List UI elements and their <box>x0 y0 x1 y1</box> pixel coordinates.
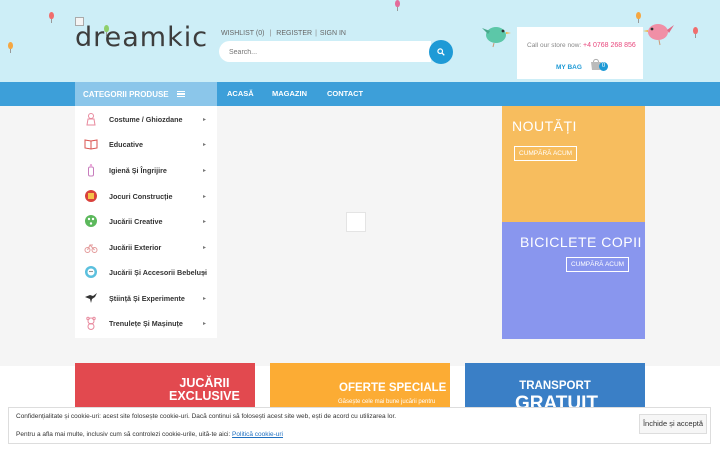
sidebar-item-creative[interactable]: Jucării Creative ▸ <box>75 209 217 234</box>
sidebar-item-label: Jucării Creative <box>109 217 163 226</box>
nav-home[interactable]: ACASĂ <box>227 82 254 106</box>
cookie-more-text: Pentru a afla mai multe, inclusiv cum să… <box>16 431 283 438</box>
sidebar-item-bebelusi[interactable]: Jucării Și Accesorii Bebeluși ▸ <box>75 260 217 285</box>
card-subtitle: Găsește cele mai bune jucării pentru <box>338 399 436 405</box>
promo-shop-button[interactable]: CUMPĂRĂ ACUM <box>566 257 630 272</box>
baby-bottle-icon <box>88 164 94 177</box>
sidebar-item-label: Jocuri Construcție <box>109 192 173 201</box>
balloon-icon <box>49 12 54 23</box>
sidebar-item-label: Igienă Și Îngrijire <box>109 166 167 175</box>
search-input[interactable] <box>219 42 419 63</box>
cookie-text: Confidențialitate și cookie-uri: acest s… <box>16 413 397 420</box>
bike-icon <box>84 244 98 253</box>
teddy-icon <box>86 316 96 330</box>
chevron-right-icon: ▸ <box>203 321 207 327</box>
site-logo[interactable]: dreamkic <box>75 22 208 53</box>
sidebar-item-label: Jucării Și Accesorii Bebeluși <box>109 268 208 277</box>
nav-shop[interactable]: MAGAZIN <box>272 82 307 106</box>
cookie-policy-link[interactable]: Politică cookie-uri <box>232 431 283 438</box>
card-title: OFERTE SPECIALE <box>339 382 447 394</box>
wishlist-link[interactable]: WISHLIST (0) <box>221 30 264 37</box>
categories-toggle[interactable]: CATEGORII PRODUSE <box>75 82 217 106</box>
card-title: JUCĂRII EXCLUSIVE <box>169 376 240 404</box>
sidebar-item-exterior[interactable]: Jucării Exterior ▸ <box>75 235 217 260</box>
cookie-accept-button[interactable]: Închide și acceptă <box>639 414 707 434</box>
bird-illustration-icon <box>643 24 674 46</box>
my-bag-link[interactable]: MY BAG <box>556 64 582 71</box>
bird-illustration-icon <box>482 27 511 48</box>
promo-biciclete[interactable]: BICICLETE COPII CUMPĂRĂ ACUM <box>502 222 645 339</box>
balloon-icon <box>636 12 641 23</box>
promo-title: NOUTĂȚI <box>512 118 577 134</box>
baby-icon <box>85 266 97 278</box>
sidebar-item-label: Jucării Exterior <box>109 243 162 252</box>
store-phone-number[interactable]: +4 0768 268 856 <box>583 42 636 49</box>
sidebar-item-label: Trenulețe Și Mașinuțe <box>109 319 183 328</box>
hamburger-icon <box>176 91 185 97</box>
sign-in-link[interactable]: SIGN IN <box>320 30 346 37</box>
chevron-right-icon: ▸ <box>203 270 207 276</box>
sidebar-item-stiinta[interactable]: Știință Și Experimente ▸ <box>75 286 217 311</box>
nav-contact[interactable]: CONTACT <box>327 82 363 106</box>
search-icon <box>437 48 445 56</box>
blocks-icon <box>85 190 97 202</box>
stork-icon <box>85 293 97 303</box>
chevron-right-icon: ▸ <box>203 117 207 123</box>
sidebar-item-label: Costume / Ghiozdane <box>109 115 183 124</box>
sidebar-item-educative[interactable]: Educative ▸ <box>75 132 217 157</box>
search-button[interactable] <box>429 40 453 64</box>
sidebar-item-trenulete[interactable]: Trenulețe Și Mașinuțe ▸ <box>75 311 217 336</box>
promo-shop-button[interactable]: CUMPĂRĂ ACUM <box>514 146 578 161</box>
promo-title: BICICLETE COPII <box>520 234 642 250</box>
sidebar-item-label: Educative <box>109 140 143 149</box>
sidebar-item-costume[interactable]: Costume / Ghiozdane ▸ <box>75 107 217 132</box>
store-phone-text: Call our store now: +4 0768 268 856 <box>527 42 636 49</box>
chevron-right-icon: ▸ <box>203 142 207 148</box>
chevron-right-icon: ▸ <box>203 296 207 302</box>
sidebar-item-constructie[interactable]: Jocuri Construcție ▸ <box>75 184 217 209</box>
slider-loading-placeholder <box>346 212 366 232</box>
cart-panel <box>517 27 643 79</box>
divider: | <box>315 30 317 37</box>
costume-icon <box>86 113 96 126</box>
chevron-right-icon: ▸ <box>203 194 207 200</box>
sidebar-item-label: Știință Și Experimente <box>109 294 185 303</box>
cart-count-badge: 0 <box>599 62 608 71</box>
chevron-right-icon: ▸ <box>203 168 207 174</box>
categories-label: CATEGORII PRODUSE <box>83 89 169 99</box>
book-icon <box>84 139 98 150</box>
balloon-icon <box>693 27 698 38</box>
search-bar <box>219 41 431 63</box>
balloon-icon <box>395 0 400 11</box>
chevron-right-icon: ▸ <box>203 219 207 225</box>
divider: | <box>269 30 272 37</box>
chevron-right-icon: ▸ <box>203 245 207 251</box>
sidebar-item-igiena[interactable]: Igienă Și Îngrijire ▸ <box>75 158 217 183</box>
top-links: WISHLIST (0) | REGISTER | SIGN IN <box>221 30 346 37</box>
register-link[interactable]: REGISTER <box>276 30 312 37</box>
cookie-banner: Confidențialitate și cookie-uri: acest s… <box>8 407 711 444</box>
palette-icon <box>85 215 97 227</box>
balloon-icon <box>8 42 13 53</box>
promo-noutati[interactable]: NOUTĂȚI CUMPĂRĂ ACUM <box>502 106 645 222</box>
